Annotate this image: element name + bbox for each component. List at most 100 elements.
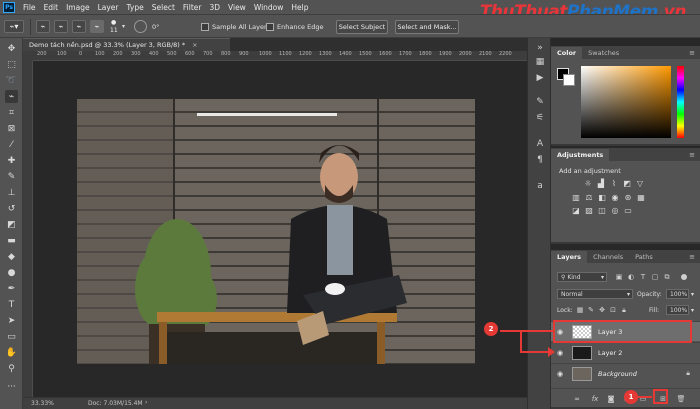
fill-input[interactable]: 100%: [666, 305, 689, 315]
menu-edit[interactable]: Edit: [40, 3, 63, 12]
eraser-tool-icon[interactable]: ◩: [5, 218, 18, 231]
brush-tool-icon[interactable]: ✎: [5, 170, 18, 183]
dodge-tool-icon[interactable]: ●: [5, 266, 18, 279]
character-icon[interactable]: A: [534, 138, 546, 150]
quick-selection-tool-icon[interactable]: ⌁: [5, 90, 18, 103]
pen-tool-icon[interactable]: ✒: [5, 282, 18, 295]
vibrance-icon[interactable]: ▽: [635, 179, 645, 188]
layer-kind-filter[interactable]: ⚲ Kind ▾: [557, 272, 607, 282]
panel-menu-icon[interactable]: ≡: [689, 151, 695, 159]
panel-menu-icon[interactable]: ≡: [689, 253, 695, 261]
gradient-tool-icon[interactable]: ▬: [5, 234, 18, 247]
tab-channels[interactable]: Channels: [587, 251, 629, 263]
document-image[interactable]: [77, 99, 475, 364]
paragraph-icon[interactable]: ¶: [534, 154, 546, 166]
zoom-level[interactable]: 33.33%: [31, 400, 54, 407]
trash-icon[interactable]: 🗑︎: [677, 395, 686, 403]
lock-pixels-icon[interactable]: ▦: [576, 306, 584, 314]
menu-file[interactable]: File: [19, 3, 40, 12]
pixel-filter-icon[interactable]: ▣: [615, 273, 623, 281]
vertical-ruler[interactable]: [23, 61, 33, 397]
rectangle-tool-icon[interactable]: ▭: [5, 330, 18, 343]
eyedropper-tool-icon[interactable]: ⁄: [5, 138, 18, 151]
layer-row[interactable]: ◉ Layer 2: [551, 342, 700, 362]
history-brush-icon[interactable]: ↺: [5, 202, 18, 215]
type-tool-icon[interactable]: T: [5, 298, 18, 311]
clone-stamp-icon[interactable]: ⊥: [5, 186, 18, 199]
enhance-edge-checkbox[interactable]: [266, 23, 274, 31]
menu-select[interactable]: Select: [148, 3, 179, 12]
layer-row[interactable]: ◉ Background 🔒︎: [551, 363, 700, 383]
exposure-icon[interactable]: ◩: [622, 179, 632, 188]
invert-icon[interactable]: ◪: [571, 206, 581, 215]
menu-3d[interactable]: 3D: [205, 3, 224, 12]
curves-icon[interactable]: ⌇: [609, 179, 619, 188]
select-and-mask-button[interactable]: Select and Mask...: [395, 20, 459, 34]
opacity-input[interactable]: 100%: [666, 289, 689, 299]
chevron-down-icon[interactable]: ▾: [691, 307, 694, 314]
hue-saturation-icon[interactable]: ▥: [571, 193, 581, 202]
background-color-swatch[interactable]: [563, 74, 575, 86]
layer-name[interactable]: Background: [598, 370, 637, 378]
menu-help[interactable]: Help: [287, 3, 312, 12]
chevron-right-icon[interactable]: ›: [145, 399, 147, 406]
new-selection-icon[interactable]: ⌁: [36, 20, 50, 33]
angle-icon[interactable]: [134, 20, 147, 33]
select-subject-button[interactable]: Select Subject: [336, 20, 388, 34]
tab-paths[interactable]: Paths: [629, 251, 659, 263]
color-balance-icon[interactable]: ⚖: [584, 193, 594, 202]
link-layers-icon[interactable]: ∞: [573, 395, 581, 403]
tab-layers[interactable]: Layers: [551, 251, 588, 263]
quick-selection-preset-icon[interactable]: ⌁▾: [4, 20, 24, 33]
zoom-tool-icon[interactable]: ⚲: [5, 362, 18, 375]
lock-position-icon[interactable]: ✥: [598, 306, 606, 314]
tab-adjustments[interactable]: Adjustments: [551, 149, 610, 161]
brush-picker-icon[interactable]: ⌁: [90, 20, 104, 33]
menu-type[interactable]: Type: [123, 3, 148, 12]
collapse-icon[interactable]: »: [534, 42, 546, 54]
angle-value[interactable]: 0°: [152, 23, 159, 31]
color-lookup-icon[interactable]: ▦: [636, 193, 646, 202]
add-to-selection-icon[interactable]: ⌁: [54, 20, 68, 33]
lasso-tool-icon[interactable]: ➰: [5, 74, 18, 87]
color-field[interactable]: [581, 66, 671, 138]
chevron-down-icon[interactable]: ▾: [691, 291, 694, 298]
properties-icon[interactable]: ⚟: [534, 112, 546, 124]
photo-filter-icon[interactable]: ◉: [610, 193, 620, 202]
play-icon[interactable]: ▶: [534, 72, 546, 84]
adjustment-filter-icon[interactable]: ◐: [627, 273, 635, 281]
brush-settings-icon[interactable]: ✎: [534, 96, 546, 108]
path-selection-icon[interactable]: ➤: [5, 314, 18, 327]
selective-color-icon[interactable]: ◎: [610, 206, 620, 215]
blend-mode-select[interactable]: Normal ▾: [557, 289, 633, 299]
layer-name[interactable]: Layer 2: [598, 349, 622, 357]
history-icon[interactable]: ▦: [534, 56, 546, 68]
hue-slider[interactable]: [677, 66, 684, 138]
sample-all-layers-checkbox[interactable]: [201, 23, 209, 31]
gradient-map-icon[interactable]: ▭: [623, 206, 633, 215]
lock-artboard-icon[interactable]: ⊡: [609, 306, 617, 314]
healing-brush-icon[interactable]: ✚: [5, 154, 18, 167]
menu-image[interactable]: Image: [62, 3, 94, 12]
blur-tool-icon[interactable]: ◆: [5, 250, 18, 263]
add-mask-icon[interactable]: ◙: [607, 395, 615, 403]
shape-filter-icon[interactable]: ▢: [651, 273, 659, 281]
brightness-icon[interactable]: ☼: [583, 179, 593, 188]
levels-icon[interactable]: ▟: [596, 179, 606, 188]
crop-tool-icon[interactable]: ⌗: [5, 106, 18, 119]
glyphs-icon[interactable]: a: [534, 180, 546, 192]
move-tool-icon[interactable]: ✥: [5, 42, 18, 55]
document-tab[interactable]: Demo tách nền.psd @ 33.3% (Layer 3, RGB/…: [23, 38, 230, 51]
frame-tool-icon[interactable]: ⊠: [5, 122, 18, 135]
menu-window[interactable]: Window: [250, 3, 288, 12]
menu-view[interactable]: View: [224, 3, 250, 12]
more-tools-icon[interactable]: ···: [5, 380, 18, 393]
hand-tool-icon[interactable]: ✋: [5, 346, 18, 359]
eye-icon[interactable]: ◉: [554, 370, 566, 378]
filter-toggle[interactable]: [681, 274, 687, 280]
fx-icon[interactable]: fx: [591, 395, 599, 403]
tab-swatches[interactable]: Swatches: [582, 47, 625, 59]
chevron-down-icon[interactable]: ▾: [122, 23, 125, 30]
brush-size-value[interactable]: 11: [110, 27, 118, 34]
subtract-selection-icon[interactable]: ⌁: [72, 20, 86, 33]
